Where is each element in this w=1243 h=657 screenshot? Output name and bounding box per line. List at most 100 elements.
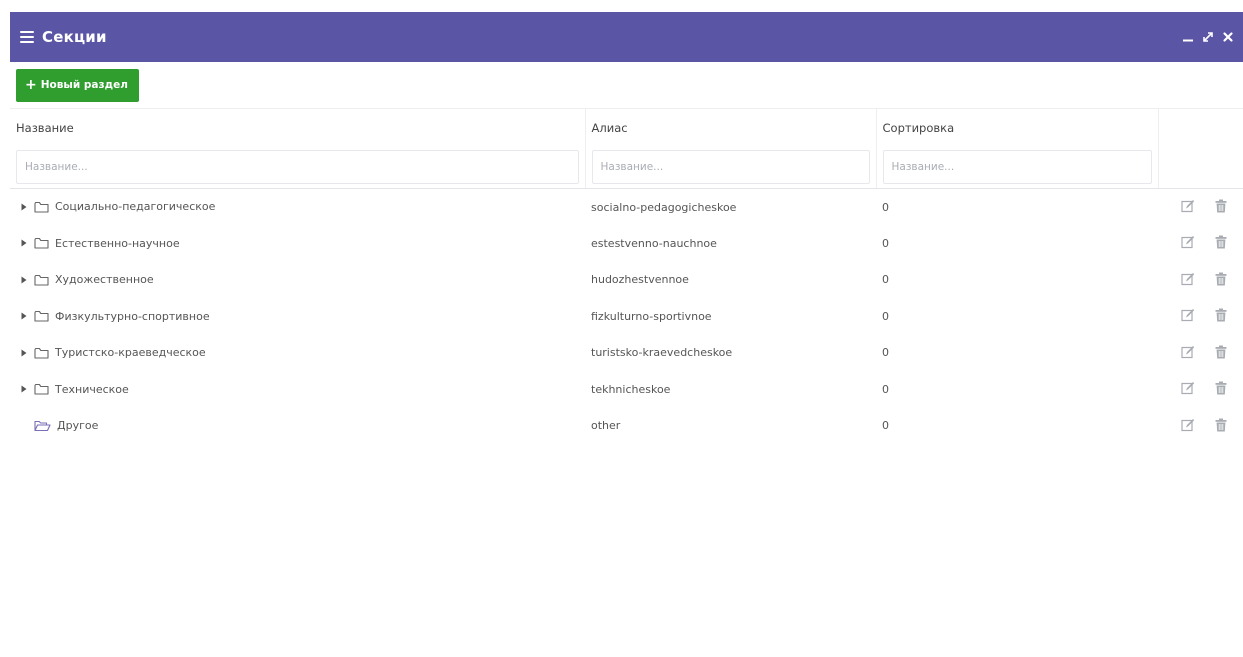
section-name: Социально-педагогическое xyxy=(55,200,216,214)
table-row[interactable]: Социально-педагогическое socialno-pedago… xyxy=(10,189,1243,226)
edit-icon[interactable] xyxy=(1180,380,1196,396)
table-row[interactable]: Туристско-краеведческое turistsko-kraeve… xyxy=(10,335,1243,372)
folder-icon xyxy=(34,347,49,359)
section-sort: 0 xyxy=(882,346,889,360)
trash-icon[interactable] xyxy=(1213,198,1229,214)
toolbar: + Новый раздел xyxy=(10,62,1243,108)
folder-icon xyxy=(34,310,49,322)
section-alias: fizkulturno-sportivnoe xyxy=(591,309,712,323)
section-name: Другое xyxy=(57,419,99,432)
column-header-alias[interactable]: Алиас xyxy=(585,108,877,147)
folder-icon xyxy=(34,274,49,286)
header-left: Секции xyxy=(20,28,107,46)
new-section-label: Новый раздел xyxy=(40,79,128,91)
trash-icon[interactable] xyxy=(1213,417,1229,433)
panel-header: Секции xyxy=(10,12,1243,62)
menu-icon[interactable] xyxy=(20,31,34,43)
section-name: Естественно-научное xyxy=(55,236,180,250)
close-icon[interactable] xyxy=(1221,29,1235,45)
edit-icon[interactable] xyxy=(1180,198,1196,214)
table-row[interactable]: Физкультурно-спортивное fizkulturno-spor… xyxy=(10,298,1243,335)
section-alias: socialno-pedagogicheskoe xyxy=(591,200,737,214)
section-sort: 0 xyxy=(882,273,889,287)
section-alias: turistsko-kraevedcheskoe xyxy=(591,346,733,360)
edit-icon[interactable] xyxy=(1180,307,1196,323)
name-wrap: Естественно-научное xyxy=(20,237,180,250)
filter-cell-name xyxy=(10,146,586,189)
caret-right-icon[interactable] xyxy=(20,276,28,284)
caret-right-icon[interactable] xyxy=(20,349,28,357)
table-header-row: Название Алиас Сортировка xyxy=(10,108,1243,147)
section-alias: other xyxy=(591,419,621,433)
name-wrap: Социально-педагогическое xyxy=(20,200,215,213)
filter-cell-alias xyxy=(585,146,877,189)
caret-right-icon[interactable] xyxy=(20,385,28,393)
edit-icon[interactable] xyxy=(1180,271,1196,287)
filter-cell-sort xyxy=(876,146,1159,189)
minimize-icon[interactable] xyxy=(1181,29,1195,45)
section-sort: 0 xyxy=(882,236,889,250)
table-row[interactable]: Художественное hudozhestvennoe 0 xyxy=(10,262,1243,299)
section-name: Туристско-краеведческое xyxy=(55,346,206,359)
plus-icon: + xyxy=(25,77,37,93)
actions-cell xyxy=(1158,408,1243,445)
caret-right-icon[interactable] xyxy=(20,239,28,247)
section-alias: estestvenno-nauchnoe xyxy=(591,236,717,250)
panel-title: Секции xyxy=(42,28,107,46)
expand-icon[interactable] xyxy=(1201,29,1215,45)
actions-cell xyxy=(1158,298,1243,335)
name-cell: Физкультурно-спортивное xyxy=(10,298,585,335)
trash-icon[interactable] xyxy=(1213,344,1229,360)
table-row[interactable]: Другое other 0 xyxy=(10,408,1243,445)
name-filter-input[interactable] xyxy=(16,150,579,185)
actions-cell xyxy=(1158,189,1243,226)
section-sort: 0 xyxy=(882,309,889,323)
name-wrap: Техническое xyxy=(20,383,129,396)
sections-panel: Секции + Новый раздел Название Алиас Сор… xyxy=(10,12,1243,657)
name-wrap: Туристско-краеведческое xyxy=(20,346,206,359)
column-header-actions xyxy=(1158,108,1243,147)
section-name: Художественное xyxy=(55,273,154,286)
section-sort: 0 xyxy=(882,200,889,214)
name-cell: Социально-педагогическое xyxy=(10,189,585,226)
new-section-button[interactable]: + Новый раздел xyxy=(16,68,139,102)
section-name: Физкультурно-спортивное xyxy=(55,309,210,323)
filter-cell-actions xyxy=(1158,146,1243,189)
table-body: Социально-педагогическое socialno-pedago… xyxy=(10,189,1243,445)
alias-filter-input[interactable] xyxy=(591,150,870,185)
name-cell: Техническое xyxy=(10,371,585,408)
name-cell: Художественное xyxy=(10,262,585,299)
sections-table: Название Алиас Сортировка Название... На… xyxy=(10,108,1243,444)
table-row[interactable]: Естественно-научное estestvenno-nauchnoe… xyxy=(10,225,1243,262)
trash-icon[interactable] xyxy=(1213,307,1229,323)
section-alias: hudozhestvennoe xyxy=(591,273,689,287)
edit-icon[interactable] xyxy=(1180,234,1196,250)
edit-icon[interactable] xyxy=(1180,344,1196,360)
caret-right-icon[interactable] xyxy=(20,312,28,320)
caret-right-icon[interactable] xyxy=(20,203,28,211)
actions-cell xyxy=(1158,225,1243,262)
folder-icon xyxy=(34,201,49,213)
actions-cell xyxy=(1158,371,1243,408)
column-header-name[interactable]: Название xyxy=(10,108,586,147)
column-header-sort[interactable]: Сортировка xyxy=(876,108,1159,147)
trash-icon[interactable] xyxy=(1213,234,1229,250)
name-wrap: Физкультурно-спортивное xyxy=(20,310,210,323)
folder-open-icon xyxy=(34,420,51,432)
name-cell: Туристско-краеведческое xyxy=(10,335,585,372)
edit-icon[interactable] xyxy=(1180,417,1196,433)
filter-row xyxy=(10,146,1243,189)
section-sort: 0 xyxy=(882,419,889,433)
trash-icon[interactable] xyxy=(1213,271,1229,287)
section-alias: tekhnicheskoe xyxy=(591,382,671,396)
actions-cell xyxy=(1158,262,1243,299)
section-sort: 0 xyxy=(882,382,889,396)
actions-cell xyxy=(1158,335,1243,372)
folder-icon xyxy=(34,237,49,249)
folder-icon xyxy=(34,383,49,395)
name-cell: Естественно-научное xyxy=(10,225,585,262)
trash-icon[interactable] xyxy=(1213,380,1229,396)
sort-filter-input[interactable] xyxy=(882,150,1152,185)
table-row[interactable]: Техническое tekhnicheskoe 0 xyxy=(10,371,1243,408)
name-wrap: Другое xyxy=(20,419,98,432)
